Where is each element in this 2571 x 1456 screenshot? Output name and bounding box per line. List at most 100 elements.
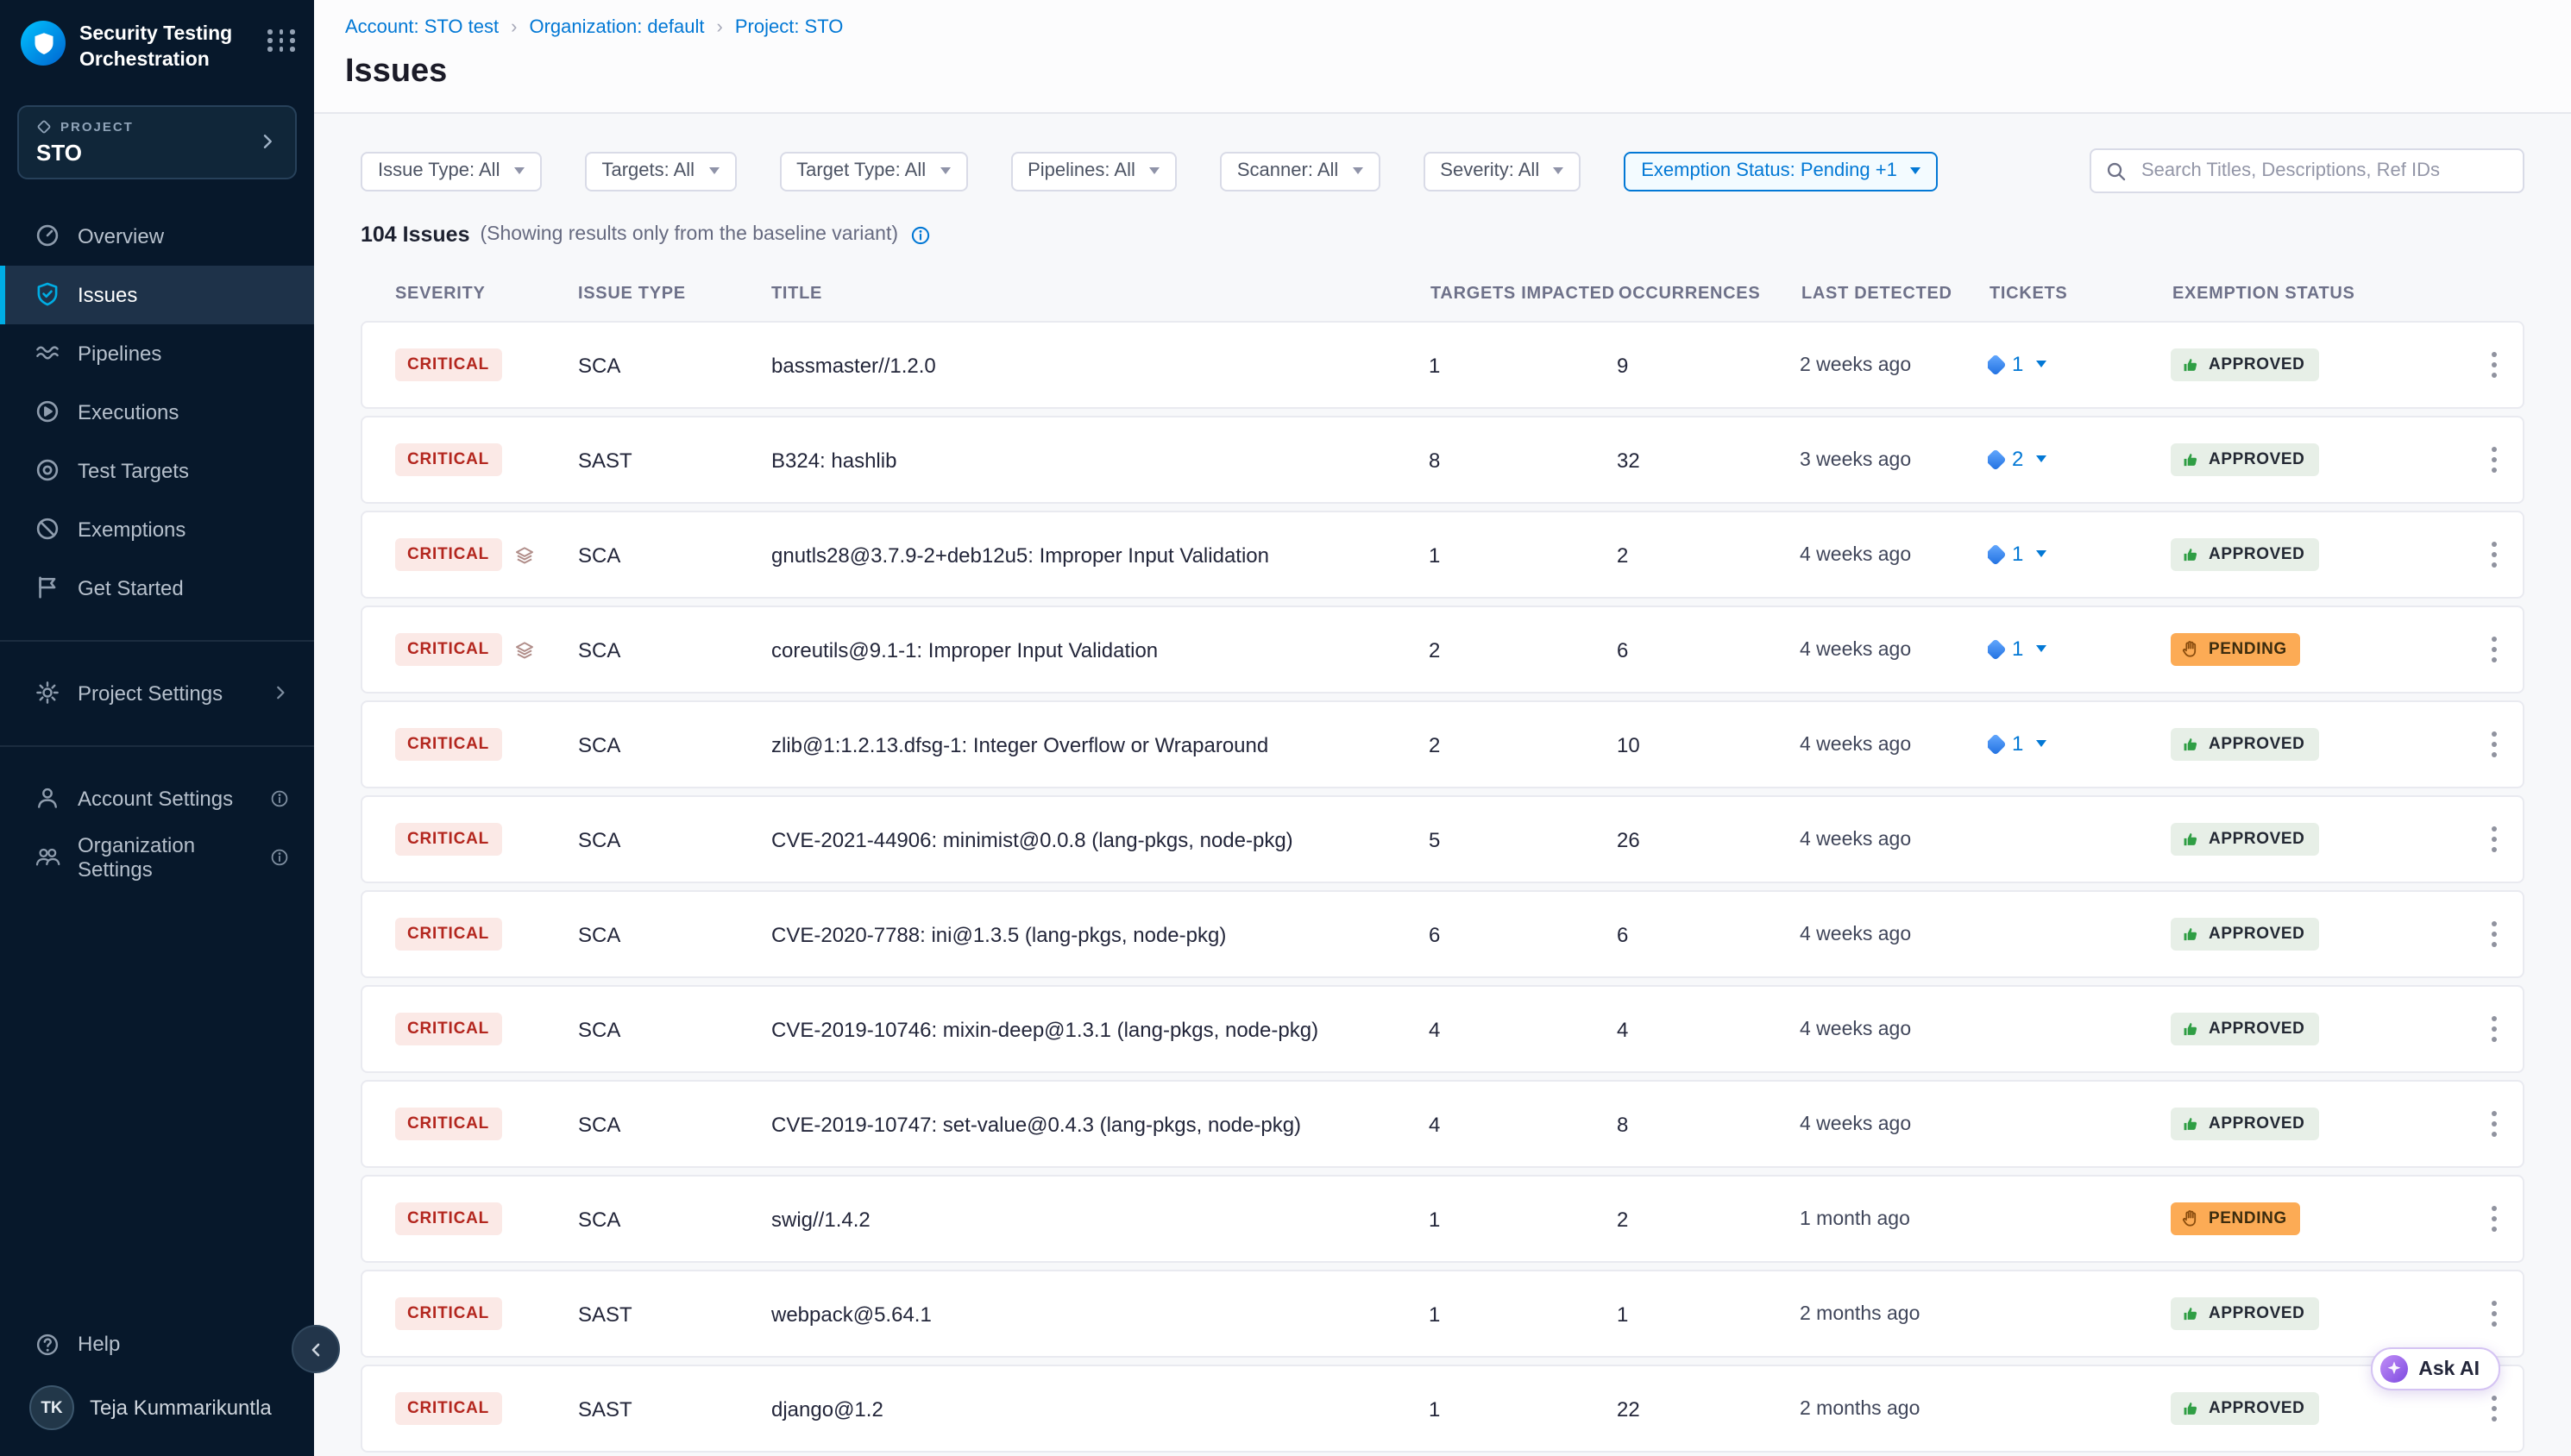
table-row[interactable]: CRITICAL SCA coreutils@9.1-1: Improper I… <box>361 606 2524 693</box>
issue-title: CVE-2019-10747: set-value@0.4.3 (lang-pk… <box>771 1112 1429 1136</box>
sidebar-item-get-started[interactable]: Get Started <box>0 559 314 618</box>
info-icon[interactable] <box>269 847 290 868</box>
row-menu-button[interactable] <box>2464 723 2523 767</box>
sidebar-item-label: Issues <box>78 283 137 307</box>
chevron-down-icon <box>2035 551 2046 558</box>
row-menu-button[interactable] <box>2464 1197 2523 1241</box>
ticket-dropdown[interactable]: 2 <box>1988 448 2046 472</box>
exemption-status-badge: APPROVED <box>2171 1013 2318 1045</box>
info-icon[interactable] <box>269 788 290 809</box>
exemptions-icon <box>35 517 60 543</box>
sidebar-footer: Help TK Teja Kummarikuntla <box>0 1315 314 1456</box>
table-row[interactable]: CRITICAL SCA swig//1.4.2 1 2 1 month ago <box>361 1175 2524 1263</box>
table-row[interactable]: CRITICAL SCA gnutls28@3.7.9-2+deb12u5: I… <box>361 511 2524 599</box>
ask-ai-button[interactable]: Ask AI <box>2370 1347 2500 1390</box>
issue-title: CVE-2019-10746: mixin-deep@1.3.1 (lang-p… <box>771 1017 1429 1041</box>
last-detected: 1 month ago <box>1800 1208 1988 1229</box>
search-input[interactable] <box>2138 159 2509 183</box>
ticket-dropdown[interactable]: 1 <box>1988 732 2046 756</box>
exemption-status-badge: PENDING <box>2171 1202 2301 1235</box>
help-label: Help <box>78 1332 120 1356</box>
ticket-dropdown[interactable]: 1 <box>1988 543 2046 567</box>
row-menu-button[interactable] <box>2464 1387 2523 1431</box>
row-menu-button[interactable] <box>2464 1292 2523 1336</box>
table-row[interactable]: CRITICAL SAST django@1.2 1 22 2 months a… <box>361 1365 2524 1453</box>
row-menu-button[interactable] <box>2464 438 2523 482</box>
help-button[interactable]: Help <box>0 1315 314 1373</box>
table-row[interactable]: CRITICAL SAST B324: hashlib 8 32 3 weeks… <box>361 416 2524 504</box>
approved-icon <box>2181 1020 2200 1039</box>
sidebar-item-pipelines[interactable]: Pipelines <box>0 324 314 383</box>
sidebar-item-exemptions[interactable]: Exemptions <box>0 500 314 559</box>
sidebar-item-label: Exemptions <box>78 518 185 542</box>
exemption-cell: APPROVED <box>2171 1297 2464 1330</box>
ticket-dropdown[interactable]: 1 <box>1988 353 2046 377</box>
sidebar-divider <box>0 745 314 747</box>
severity-cell: CRITICAL <box>395 918 578 951</box>
filter-dropdown[interactable]: Pipelines: All <box>1010 151 1177 191</box>
sidebar-item-organization-settings[interactable]: Organization Settings <box>0 828 314 887</box>
col-issue-type: ISSUE TYPE <box>578 285 771 304</box>
issue-title: CVE-2021-44906: minimist@0.0.8 (lang-pkg… <box>771 827 1429 851</box>
row-menu-button[interactable] <box>2464 1102 2523 1146</box>
sidebar-item-label: Project Settings <box>78 681 223 706</box>
targets-impacted: 6 <box>1429 922 1617 946</box>
actions-cell <box>2464 628 2523 672</box>
last-detected: 4 weeks ago <box>1800 639 1988 660</box>
row-menu-button[interactable] <box>2464 1007 2523 1051</box>
breadcrumb-project-link[interactable]: Project: STO <box>735 17 844 38</box>
filter-dropdown[interactable]: Issue Type: All <box>361 151 541 191</box>
sidebar-item-issues[interactable]: Issues <box>0 266 314 324</box>
last-detected: 2 months ago <box>1800 1303 1988 1324</box>
col-targets-impacted: TARGETS IMPACTED <box>1430 285 1619 304</box>
ticket-dropdown[interactable]: 1 <box>1988 637 2046 662</box>
tickets-cell: 1 <box>1988 637 2171 662</box>
exemption-cell: APPROVED <box>2171 443 2464 476</box>
table-row[interactable]: CRITICAL SCA CVE-2019-10746: mixin-deep@… <box>361 985 2524 1073</box>
table-row[interactable]: CRITICAL SCA CVE-2019-10747: set-value@0… <box>361 1080 2524 1168</box>
project-selector[interactable]: PROJECT STO <box>17 105 297 179</box>
exemption-status-badge: PENDING <box>2171 633 2301 666</box>
sidebar-item-executions[interactable]: Executions <box>0 383 314 442</box>
sidebar-item-test-targets[interactable]: Test Targets <box>0 442 314 500</box>
table-row[interactable]: CRITICAL SCA CVE-2021-44906: minimist@0.… <box>361 795 2524 883</box>
row-menu-button[interactable] <box>2464 818 2523 862</box>
table-row[interactable]: CRITICAL SCA bassmaster//1.2.0 1 9 2 wee… <box>361 321 2524 409</box>
breadcrumb-account-link[interactable]: Account: STO test <box>345 17 499 38</box>
exemption-status-badge: APPROVED <box>2171 728 2318 761</box>
module-switcher-icon[interactable] <box>267 29 297 52</box>
info-icon[interactable] <box>908 223 931 246</box>
table-row[interactable]: CRITICAL SCA zlib@1:1.2.13.dfsg-1: Integ… <box>361 700 2524 788</box>
sidebar-item-overview[interactable]: Overview <box>0 207 314 266</box>
row-menu-button[interactable] <box>2464 343 2523 387</box>
sidebar-collapse-handle[interactable] <box>292 1325 340 1373</box>
row-menu-button[interactable] <box>2464 533 2523 577</box>
occurrences: 8 <box>1617 1112 1800 1136</box>
filter-dropdown[interactable]: Target Type: All <box>779 151 967 191</box>
row-menu-button[interactable] <box>2464 628 2523 672</box>
executions-icon <box>35 399 60 425</box>
exemption-status-label: APPROVED <box>2209 925 2304 944</box>
sidebar-nav: Overview Issues Pipelines Executions <box>0 207 314 618</box>
sidebar-item-project-settings[interactable]: Project Settings <box>0 664 314 723</box>
row-menu-button[interactable] <box>2464 913 2523 957</box>
ticket-count: 2 <box>2012 448 2023 472</box>
issues-table: CRITICAL SCA bassmaster//1.2.0 1 9 2 wee… <box>361 321 2524 1453</box>
search-icon <box>2105 160 2128 182</box>
filter-dropdown[interactable]: Targets: All <box>584 151 736 191</box>
table-row[interactable]: CRITICAL SAST webpack@5.64.1 1 1 2 month… <box>361 1270 2524 1358</box>
ticket-count: 1 <box>2012 732 2023 756</box>
breadcrumb-organization-link[interactable]: Organization: default <box>529 17 704 38</box>
chevron-right-icon <box>271 684 290 703</box>
filter-bar: Issue Type: All Targets: All Target Type… <box>361 148 2524 193</box>
filter-dropdown[interactable]: Severity: All <box>1423 151 1581 191</box>
filter-dropdown[interactable]: Scanner: All <box>1220 151 1380 191</box>
col-title: TITLE <box>771 285 1430 304</box>
project-label: PROJECT <box>60 119 134 135</box>
filter-exemption-status-dropdown[interactable]: Exemption Status: Pending +1 <box>1624 151 1939 191</box>
sidebar-item-account-settings[interactable]: Account Settings <box>0 769 314 828</box>
jira-icon <box>1988 449 2007 470</box>
user-menu[interactable]: TK Teja Kummarikuntla <box>0 1373 314 1442</box>
table-row[interactable]: CRITICAL SCA CVE-2020-7788: ini@1.3.5 (l… <box>361 890 2524 978</box>
sto-module-logo[interactable] <box>21 21 66 66</box>
